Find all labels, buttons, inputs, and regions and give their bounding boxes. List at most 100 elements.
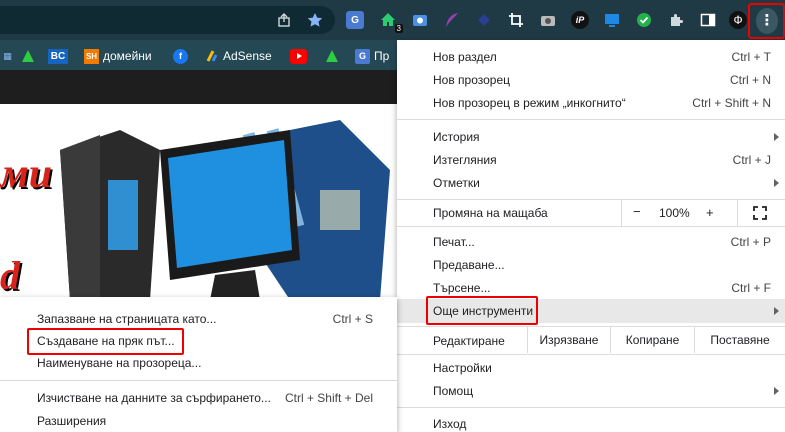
menu-item-print[interactable]: Печат... Ctrl + P — [397, 230, 785, 254]
share-icon[interactable] — [275, 11, 293, 29]
submenu-item-extensions[interactable]: Разширения — [0, 409, 397, 432]
menu-label: Изход — [433, 417, 467, 431]
feather-extension-icon[interactable] — [443, 11, 461, 29]
menu-divider — [397, 226, 785, 227]
menu-button-highlight — [748, 3, 785, 39]
edit-row: Редактиране Изрязване Копиране Поставяне — [397, 327, 785, 353]
more-tools-submenu: Запазване на страницата като... Ctrl + S … — [0, 297, 397, 432]
shortcut-label: Ctrl + F — [731, 281, 771, 295]
side-panel-icon[interactable] — [699, 11, 717, 29]
menu-item-new-tab[interactable]: Нов раздел Ctrl + T — [397, 45, 785, 69]
paste-label: Поставяне — [710, 333, 770, 347]
bookmark-star-icon[interactable] — [306, 11, 324, 29]
shortcut-label: Ctrl + S — [332, 312, 373, 326]
menu-item-exit[interactable]: Изход — [397, 412, 785, 432]
grid-icon: ▦ — [3, 50, 12, 61]
shortcut-label: Ctrl + P — [730, 235, 771, 249]
menu-item-bookmarks[interactable]: Отметки — [397, 171, 785, 195]
computer-illustration — [60, 120, 390, 300]
checkmark-extension-icon[interactable] — [635, 11, 653, 29]
shortcut-label: Ctrl + T — [731, 50, 771, 64]
facebook-icon: f — [173, 48, 188, 64]
fullscreen-icon[interactable] — [753, 206, 767, 220]
youtube-icon — [290, 48, 307, 64]
menu-label: Разширения — [37, 414, 107, 428]
camera-extension-icon[interactable] — [539, 11, 557, 29]
submenu-arrow-icon — [774, 387, 779, 395]
zoom-in-button[interactable]: + — [706, 205, 714, 220]
browser-window: G 3 iP Ф ⋮ ▦ BC SH домейни f AdSense G П… — [0, 0, 785, 432]
bookmark-item-adsense[interactable]: AdSense — [204, 48, 272, 64]
menu-label: Наименуване на прозореца... — [37, 356, 202, 370]
profile-avatar[interactable]: Ф — [729, 11, 747, 29]
crop-extension-icon[interactable] — [507, 11, 525, 29]
copy-button[interactable]: Копиране — [610, 327, 694, 353]
profile-letter: Ф — [733, 13, 743, 27]
menu-label: Нов прозорец — [433, 73, 511, 87]
zoom-value: 100% — [659, 206, 690, 220]
submenu-arrow-icon — [774, 133, 779, 141]
bookmark-item[interactable]: f — [173, 48, 188, 64]
translate-extension-icon[interactable]: G — [346, 11, 364, 29]
menu-label: Нов раздел — [433, 50, 497, 64]
screenshot-extension-icon[interactable] — [411, 11, 429, 29]
bookmark-item[interactable]: G Пр — [355, 48, 389, 64]
menu-label: Изчистване на данните за сърфирането... — [37, 391, 271, 405]
cut-button[interactable]: Изрязване — [527, 327, 610, 353]
shortcut-label: Ctrl + Shift + Del — [284, 391, 373, 405]
extension-badge: 3 — [394, 24, 403, 33]
menu-label: Отметки — [433, 176, 480, 190]
menu-item-incognito[interactable]: Нов прозорец в режим „инкогнито“ Ctrl + S… — [397, 91, 785, 115]
home-extension-icon[interactable]: 3 — [379, 11, 403, 33]
adsense-icon — [204, 49, 219, 64]
green-triangle-icon — [324, 49, 339, 64]
chrome-main-menu: Нов раздел Ctrl + T Нов прозорец Ctrl + N … — [397, 40, 785, 432]
copy-label: Копиране — [625, 333, 680, 347]
menu-item-settings[interactable]: Настройки — [397, 356, 785, 380]
bookmark-item[interactable] — [324, 48, 339, 64]
bookmark-label: Пр — [374, 49, 390, 63]
bc-logo-icon: BC — [48, 48, 68, 64]
browser-toolbar: G 3 iP Ф ⋮ — [0, 0, 785, 40]
menu-divider — [397, 119, 785, 120]
menu-divider — [397, 354, 785, 355]
menu-label: Предаване... — [433, 258, 505, 272]
ip-extension-icon[interactable]: iP — [571, 11, 589, 29]
site-header-bar — [0, 70, 400, 104]
menu-item-downloads[interactable]: Изтегляния Ctrl + J — [397, 148, 785, 172]
submenu-item-name-window[interactable]: Наименуване на прозореца... — [0, 351, 397, 375]
sh-logo-icon: SH — [84, 48, 99, 64]
puzzle-extensions-icon[interactable] — [667, 11, 685, 29]
menu-item-cast[interactable]: Предаване... — [397, 253, 785, 277]
bookmark-label: AdSense — [223, 49, 272, 63]
bookmark-item[interactable]: ▦ — [0, 48, 15, 64]
menu-item-new-window[interactable]: Нов прозорец Ctrl + N — [397, 68, 785, 92]
shortcut-label: Ctrl + N — [729, 73, 771, 87]
bookmark-label: домейни — [103, 49, 152, 63]
menu-label: Нов прозорец в режим „инкогнито“ — [433, 96, 626, 110]
menu-label: Помощ — [433, 384, 474, 398]
more-tools-highlight — [426, 296, 538, 325]
menu-label: История — [433, 130, 480, 144]
submenu-arrow-icon — [774, 307, 779, 315]
submenu-arrow-icon — [774, 179, 779, 187]
paste-button[interactable]: Поставяне — [694, 327, 785, 353]
menu-label: Търсене... — [433, 281, 491, 295]
bookmark-item[interactable] — [20, 48, 35, 64]
zoom-label: Промяна на мащаба — [433, 206, 548, 220]
monitor-extension-icon[interactable] — [603, 11, 621, 29]
menu-divider — [0, 380, 397, 381]
zoom-out-button[interactable]: − — [633, 204, 641, 219]
zoom-row: Промяна на мащаба − 100% + — [397, 200, 785, 226]
bookmark-item-domains[interactable]: SH домейни — [84, 48, 152, 64]
menu-item-help[interactable]: Помощ — [397, 379, 785, 403]
menu-label: Печат... — [433, 235, 475, 249]
bookmark-item[interactable] — [290, 48, 307, 64]
green-triangle-icon — [20, 49, 35, 64]
menu-label: Запазване на страницата като... — [37, 312, 217, 326]
bookmark-item[interactable]: BC — [48, 48, 68, 64]
menu-item-history[interactable]: История — [397, 125, 785, 149]
submenu-item-clear-data[interactable]: Изчистване на данните за сърфирането... C… — [0, 386, 397, 410]
diamond-extension-icon[interactable] — [475, 11, 493, 29]
translate-icon: G — [355, 48, 370, 64]
